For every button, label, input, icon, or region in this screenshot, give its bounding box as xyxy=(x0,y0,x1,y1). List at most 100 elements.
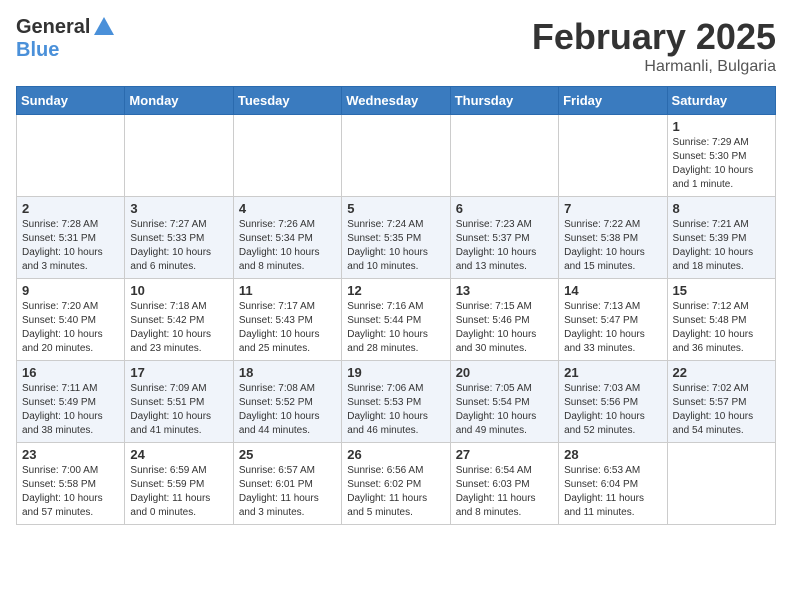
weekday-header-sunday: Sunday xyxy=(17,87,125,115)
weekday-header-wednesday: Wednesday xyxy=(342,87,450,115)
logo-general-text: General xyxy=(16,16,90,39)
calendar-cell: 12 Sunrise: 7:16 AM Sunset: 5:44 PM Dayli… xyxy=(342,279,450,361)
day-number: 21 xyxy=(564,365,661,380)
day-number: 1 xyxy=(673,119,770,134)
calendar-cell xyxy=(342,115,450,197)
calendar-cell xyxy=(125,115,233,197)
day-info: Sunrise: 7:24 AM Sunset: 5:35 PM Dayligh… xyxy=(347,218,444,274)
calendar-week-row: 1 Sunrise: 7:29 AM Sunset: 5:30 PM Daylig… xyxy=(17,115,776,197)
day-info: Sunrise: 6:54 AM Sunset: 6:03 PM Dayligh… xyxy=(456,464,553,520)
day-number: 2 xyxy=(22,201,119,216)
calendar-cell xyxy=(450,115,558,197)
calendar-cell: 28 Sunrise: 6:53 AM Sunset: 6:04 PM Dayli… xyxy=(559,443,667,525)
day-info: Sunrise: 7:18 AM Sunset: 5:42 PM Dayligh… xyxy=(130,300,227,356)
calendar-cell: 26 Sunrise: 6:56 AM Sunset: 6:02 PM Dayli… xyxy=(342,443,450,525)
day-number: 15 xyxy=(673,283,770,298)
day-number: 8 xyxy=(673,201,770,216)
day-info: Sunrise: 7:22 AM Sunset: 5:38 PM Dayligh… xyxy=(564,218,661,274)
day-info: Sunrise: 7:05 AM Sunset: 5:54 PM Dayligh… xyxy=(456,382,553,438)
weekday-header-saturday: Saturday xyxy=(667,87,775,115)
day-number: 24 xyxy=(130,447,227,462)
day-number: 28 xyxy=(564,447,661,462)
calendar-cell xyxy=(233,115,341,197)
day-info: Sunrise: 7:27 AM Sunset: 5:33 PM Dayligh… xyxy=(130,218,227,274)
calendar-cell: 1 Sunrise: 7:29 AM Sunset: 5:30 PM Daylig… xyxy=(667,115,775,197)
day-info: Sunrise: 6:56 AM Sunset: 6:02 PM Dayligh… xyxy=(347,464,444,520)
calendar-week-row: 23 Sunrise: 7:00 AM Sunset: 5:58 PM Dayli… xyxy=(17,443,776,525)
calendar-cell: 3 Sunrise: 7:27 AM Sunset: 5:33 PM Daylig… xyxy=(125,197,233,279)
day-number: 7 xyxy=(564,201,661,216)
calendar-cell: 18 Sunrise: 7:08 AM Sunset: 5:52 PM Dayli… xyxy=(233,361,341,443)
day-number: 18 xyxy=(239,365,336,380)
day-info: Sunrise: 7:21 AM Sunset: 5:39 PM Dayligh… xyxy=(673,218,770,274)
day-info: Sunrise: 7:09 AM Sunset: 5:51 PM Dayligh… xyxy=(130,382,227,438)
logo-blue-text: Blue xyxy=(16,39,59,62)
day-number: 25 xyxy=(239,447,336,462)
day-number: 19 xyxy=(347,365,444,380)
day-number: 5 xyxy=(347,201,444,216)
day-number: 9 xyxy=(22,283,119,298)
calendar-cell: 10Sunrise: 7:18 AM Sunset: 5:42 PM Dayli… xyxy=(125,279,233,361)
day-number: 14 xyxy=(564,283,661,298)
day-info: Sunrise: 6:53 AM Sunset: 6:04 PM Dayligh… xyxy=(564,464,661,520)
day-number: 13 xyxy=(456,283,553,298)
month-title: February 2025 xyxy=(532,16,776,58)
day-info: Sunrise: 7:00 AM Sunset: 5:58 PM Dayligh… xyxy=(22,464,119,520)
day-info: Sunrise: 7:28 AM Sunset: 5:31 PM Dayligh… xyxy=(22,218,119,274)
logo: General Blue xyxy=(16,16,114,62)
day-info: Sunrise: 7:02 AM Sunset: 5:57 PM Dayligh… xyxy=(673,382,770,438)
day-number: 26 xyxy=(347,447,444,462)
day-info: Sunrise: 7:13 AM Sunset: 5:47 PM Dayligh… xyxy=(564,300,661,356)
day-info: Sunrise: 6:59 AM Sunset: 5:59 PM Dayligh… xyxy=(130,464,227,520)
day-info: Sunrise: 7:29 AM Sunset: 5:30 PM Dayligh… xyxy=(673,136,770,192)
day-number: 27 xyxy=(456,447,553,462)
page-header: General Blue February 2025 Harmanli, Bul… xyxy=(16,16,776,76)
day-number: 3 xyxy=(130,201,227,216)
calendar-cell: 14 Sunrise: 7:13 AM Sunset: 5:47 PM Dayli… xyxy=(559,279,667,361)
calendar-week-row: 9 Sunrise: 7:20 AM Sunset: 5:40 PM Daylig… xyxy=(17,279,776,361)
day-info: Sunrise: 7:23 AM Sunset: 5:37 PM Dayligh… xyxy=(456,218,553,274)
weekday-header-monday: Monday xyxy=(125,87,233,115)
calendar-cell xyxy=(17,115,125,197)
day-number: 20 xyxy=(456,365,553,380)
calendar-cell: 4Sunrise: 7:26 AM Sunset: 5:34 PM Daylig… xyxy=(233,197,341,279)
day-info: Sunrise: 7:11 AM Sunset: 5:49 PM Dayligh… xyxy=(22,382,119,438)
day-info: Sunrise: 7:20 AM Sunset: 5:40 PM Dayligh… xyxy=(22,300,119,356)
calendar-cell: 20 Sunrise: 7:05 AM Sunset: 5:54 PM Dayli… xyxy=(450,361,558,443)
calendar-week-row: 16Sunrise: 7:11 AM Sunset: 5:49 PM Dayli… xyxy=(17,361,776,443)
day-info: Sunrise: 7:12 AM Sunset: 5:48 PM Dayligh… xyxy=(673,300,770,356)
day-number: 11 xyxy=(239,283,336,298)
calendar-cell: 24 Sunrise: 6:59 AM Sunset: 5:59 PM Dayli… xyxy=(125,443,233,525)
weekday-header-thursday: Thursday xyxy=(450,87,558,115)
logo-triangle-icon xyxy=(94,17,114,35)
calendar-week-row: 2 Sunrise: 7:28 AM Sunset: 5:31 PM Daylig… xyxy=(17,197,776,279)
weekday-header-tuesday: Tuesday xyxy=(233,87,341,115)
location-title: Harmanli, Bulgaria xyxy=(532,58,776,76)
day-info: Sunrise: 7:06 AM Sunset: 5:53 PM Dayligh… xyxy=(347,382,444,438)
calendar-cell: 15 Sunrise: 7:12 AM Sunset: 5:48 PM Dayli… xyxy=(667,279,775,361)
day-number: 22 xyxy=(673,365,770,380)
calendar-cell xyxy=(559,115,667,197)
calendar-cell: 21 Sunrise: 7:03 AM Sunset: 5:56 PM Dayli… xyxy=(559,361,667,443)
calendar-cell: 2 Sunrise: 7:28 AM Sunset: 5:31 PM Daylig… xyxy=(17,197,125,279)
day-info: Sunrise: 7:08 AM Sunset: 5:52 PM Dayligh… xyxy=(239,382,336,438)
calendar-header-row: SundayMondayTuesdayWednesdayThursdayFrid… xyxy=(17,87,776,115)
calendar-cell: 8 Sunrise: 7:21 AM Sunset: 5:39 PM Daylig… xyxy=(667,197,775,279)
calendar-cell: 6Sunrise: 7:23 AM Sunset: 5:37 PM Daylig… xyxy=(450,197,558,279)
weekday-header-friday: Friday xyxy=(559,87,667,115)
day-number: 23 xyxy=(22,447,119,462)
calendar-cell xyxy=(667,443,775,525)
day-info: Sunrise: 7:16 AM Sunset: 5:44 PM Dayligh… xyxy=(347,300,444,356)
day-info: Sunrise: 7:03 AM Sunset: 5:56 PM Dayligh… xyxy=(564,382,661,438)
calendar-cell: 7 Sunrise: 7:22 AM Sunset: 5:38 PM Daylig… xyxy=(559,197,667,279)
day-info: Sunrise: 7:15 AM Sunset: 5:46 PM Dayligh… xyxy=(456,300,553,356)
calendar-cell: 27 Sunrise: 6:54 AM Sunset: 6:03 PM Dayli… xyxy=(450,443,558,525)
title-block: February 2025 Harmanli, Bulgaria xyxy=(532,16,776,76)
calendar-table: SundayMondayTuesdayWednesdayThursdayFrid… xyxy=(16,86,776,525)
day-info: Sunrise: 6:57 AM Sunset: 6:01 PM Dayligh… xyxy=(239,464,336,520)
day-number: 12 xyxy=(347,283,444,298)
calendar-cell: 9 Sunrise: 7:20 AM Sunset: 5:40 PM Daylig… xyxy=(17,279,125,361)
calendar-cell: 23 Sunrise: 7:00 AM Sunset: 5:58 PM Dayli… xyxy=(17,443,125,525)
calendar-cell: 5 Sunrise: 7:24 AM Sunset: 5:35 PM Daylig… xyxy=(342,197,450,279)
calendar-cell: 25 Sunrise: 6:57 AM Sunset: 6:01 PM Dayli… xyxy=(233,443,341,525)
